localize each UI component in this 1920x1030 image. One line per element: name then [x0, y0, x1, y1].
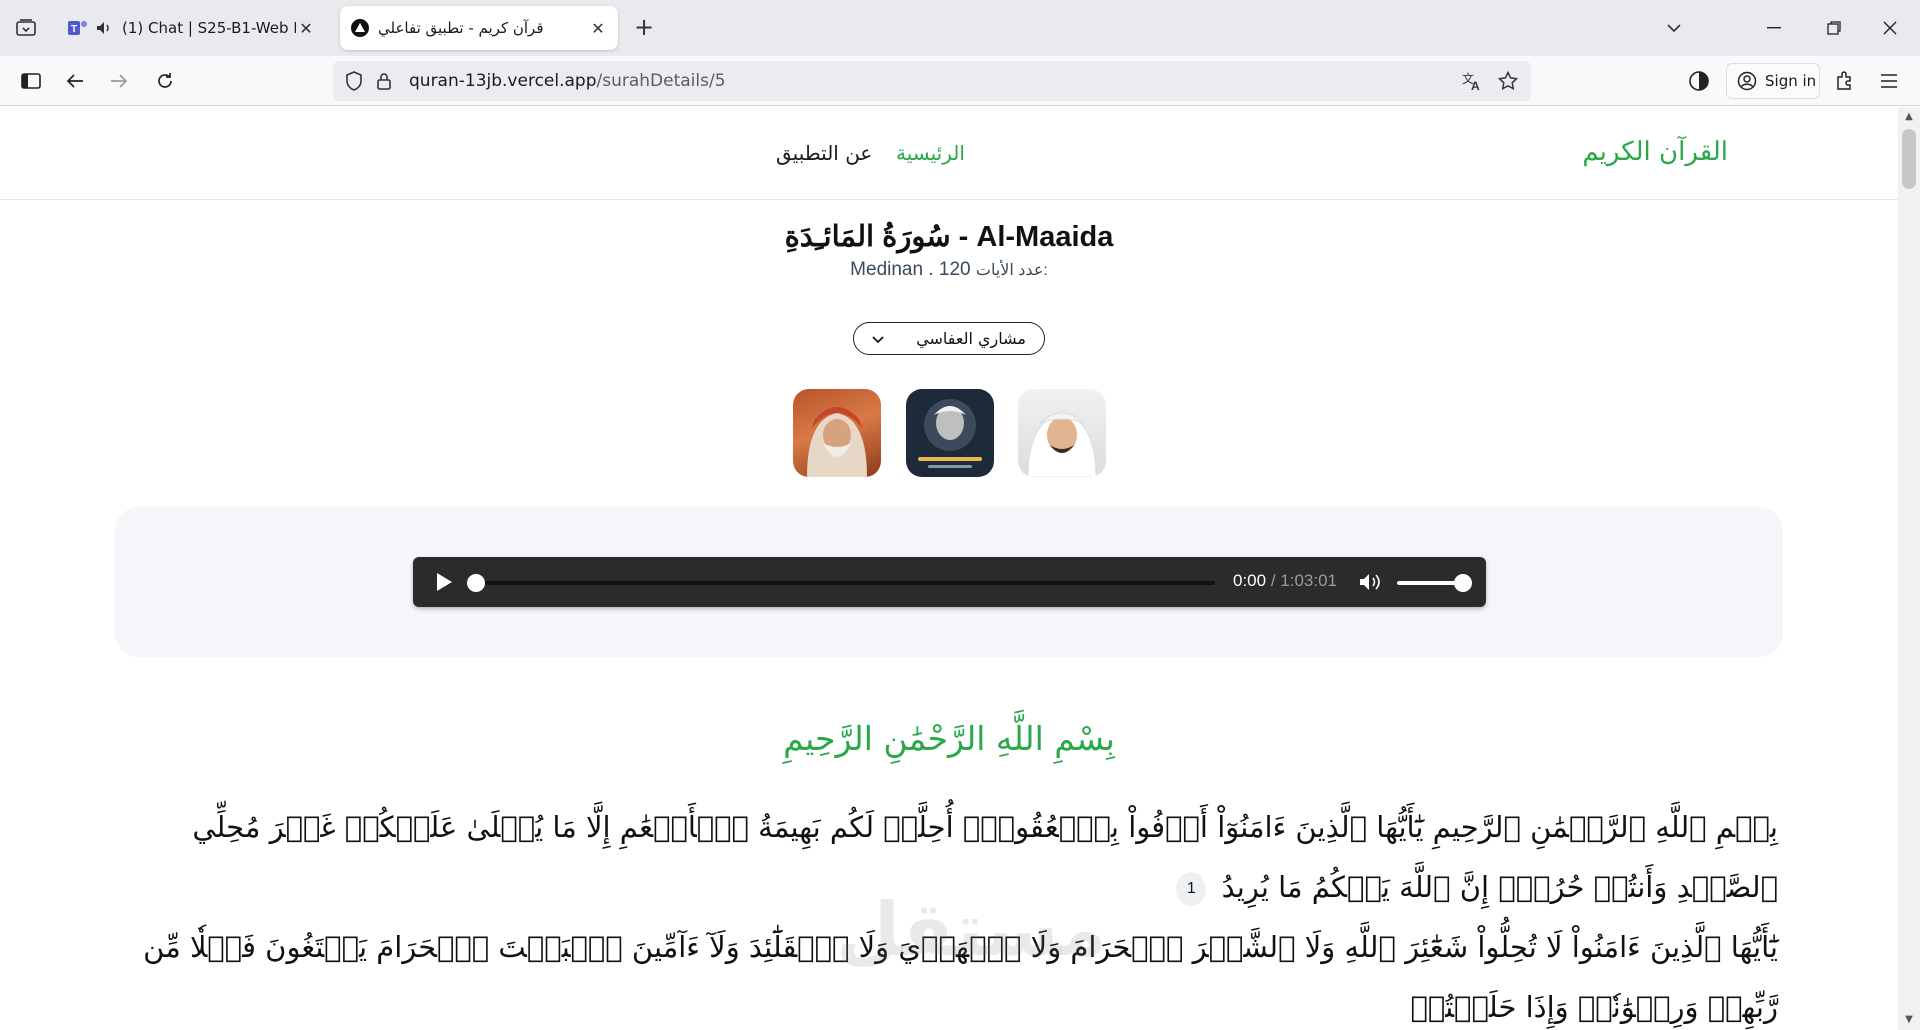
- browser-tab-bar: T (1) Chat | S25-B1-Web Desi ✕ قرآن كريم…: [0, 0, 1920, 56]
- reciter-portrait-icon: [1027, 410, 1097, 477]
- svg-text:T: T: [71, 24, 77, 35]
- duration: / 1:03:01: [1270, 571, 1337, 590]
- surah-title: سُورَةُ المَائـِدَةِ - Al-Maaida: [784, 221, 1114, 253]
- account-icon: [1737, 71, 1757, 91]
- close-tab-icon[interactable]: ✕: [588, 18, 608, 38]
- verse-number: 1: [1176, 872, 1207, 906]
- page-viewport: القرآن الكريم الرئيسية عن التطبيق سُورَة…: [0, 107, 1898, 1030]
- time-display: 0:00 / 1:03:01: [1233, 571, 1337, 591]
- reciter-avatar-3[interactable]: [1018, 389, 1106, 477]
- meta-separator: .: [928, 259, 934, 280]
- close-tab-icon[interactable]: ✕: [296, 18, 316, 38]
- browser-nav-bar: quran-13jb.vercel.app/surahDetails/5 文A …: [0, 56, 1920, 106]
- url-host: quran-13jb.vercel.app: [409, 71, 597, 91]
- reciter-select[interactable]: مشاري العفاسي: [853, 322, 1045, 355]
- scroll-up-icon[interactable]: ▲: [1903, 111, 1915, 123]
- sign-in-button[interactable]: Sign in: [1726, 63, 1820, 99]
- browser-tab-chat[interactable]: T (1) Chat | S25-B1-Web Desi ✕: [58, 6, 326, 50]
- verses-list: بِسۡمِ ٱللَّهِ ٱلرَّحۡمَٰنِ ٱلرَّحِيمِ ي…: [135, 797, 1778, 1030]
- tab-title: (1) Chat | S25-B1-Web Desi: [122, 19, 296, 37]
- sidebar-icon[interactable]: [16, 66, 46, 96]
- address-bar[interactable]: quran-13jb.vercel.app/surahDetails/5 文A: [333, 61, 1531, 101]
- reciter-selected: مشاري العفاسي: [916, 329, 1026, 348]
- current-time: 0:00: [1233, 571, 1267, 590]
- volume-handle[interactable]: [1454, 574, 1472, 592]
- back-icon[interactable]: [60, 66, 90, 96]
- seek-bar[interactable]: [467, 574, 1215, 592]
- volume-icon[interactable]: [1357, 569, 1383, 595]
- tab-list-icon[interactable]: [12, 14, 40, 42]
- browser-tab-quran[interactable]: قرآن كريم - تطبيق تفاعلي ✕: [340, 6, 618, 50]
- site-triangle-icon: [350, 18, 370, 38]
- nav-link-home[interactable]: الرئيسية: [896, 141, 965, 165]
- translate-icon[interactable]: 文A: [1457, 66, 1487, 96]
- nav-link-about[interactable]: عن التطبيق: [776, 141, 872, 165]
- minimize-icon[interactable]: [1760, 14, 1788, 42]
- new-tab-button[interactable]: +: [630, 14, 658, 42]
- close-window-icon[interactable]: [1876, 14, 1904, 42]
- revelation-type: Medinan: [850, 259, 924, 280]
- bookmark-star-icon[interactable]: [1493, 66, 1523, 96]
- play-icon[interactable]: [431, 569, 457, 595]
- basmala: بِسْمِ اللَّهِ الرَّحْمَٰنِ الرَّحِيمِ: [783, 719, 1115, 758]
- page-scrollbar[interactable]: ▲ ▼: [1898, 107, 1920, 1030]
- ayah-count: 120: [938, 259, 971, 280]
- teams-icon: T: [68, 18, 88, 38]
- extensions-icon[interactable]: [1830, 66, 1860, 96]
- volume-slider[interactable]: [1397, 574, 1472, 592]
- list-all-tabs-icon[interactable]: [1660, 14, 1688, 42]
- scroll-down-icon[interactable]: ▼: [1903, 1014, 1915, 1026]
- reciter-portrait-icon: [807, 407, 867, 477]
- tracking-shield-icon[interactable]: [339, 66, 369, 96]
- player-card: 0:00 / 1:03:01: [115, 507, 1783, 657]
- pocket-icon[interactable]: [1684, 66, 1714, 96]
- scrollbar-thumb[interactable]: [1902, 129, 1916, 189]
- chevron-down-icon: [872, 329, 884, 348]
- svg-text:A: A: [1471, 79, 1480, 91]
- sign-in-label: Sign in: [1765, 72, 1817, 90]
- url-text[interactable]: quran-13jb.vercel.app/surahDetails/5: [409, 71, 1451, 91]
- reciter-avatar-1[interactable]: [793, 389, 881, 477]
- ayah-count-label: عدد الأيات:: [975, 262, 1048, 279]
- reciter-portrait-icon: [918, 399, 982, 468]
- surah-meta: Medinan . 120 عدد الأيات:: [0, 259, 1898, 281]
- verse-text: بِسۡمِ ٱللَّهِ ٱلرَّحۡمَٰنِ ٱلرَّحِيمِ ي…: [192, 810, 1778, 904]
- reload-icon[interactable]: [150, 66, 180, 96]
- site-brand[interactable]: القرآن الكريم: [1582, 137, 1728, 167]
- site-header: القرآن الكريم الرئيسية عن التطبيق: [0, 107, 1898, 200]
- forward-icon[interactable]: [104, 66, 134, 96]
- audio-player: 0:00 / 1:03:01: [413, 557, 1486, 607]
- restore-icon[interactable]: [1820, 14, 1848, 42]
- lock-icon[interactable]: [369, 66, 399, 96]
- url-path: /surahDetails/5: [596, 71, 726, 91]
- reciter-avatar-2[interactable]: [906, 389, 994, 477]
- tab-title: قرآن كريم - تطبيق تفاعلي: [378, 19, 544, 37]
- menu-icon[interactable]: [1874, 66, 1904, 96]
- seek-handle[interactable]: [467, 574, 485, 592]
- verse-text: يَٰٓأَيُّهَا ٱلَّذِينَ ءَامَنُواْ لَا تُ…: [143, 930, 1778, 1024]
- speaker-icon[interactable]: [94, 18, 114, 38]
